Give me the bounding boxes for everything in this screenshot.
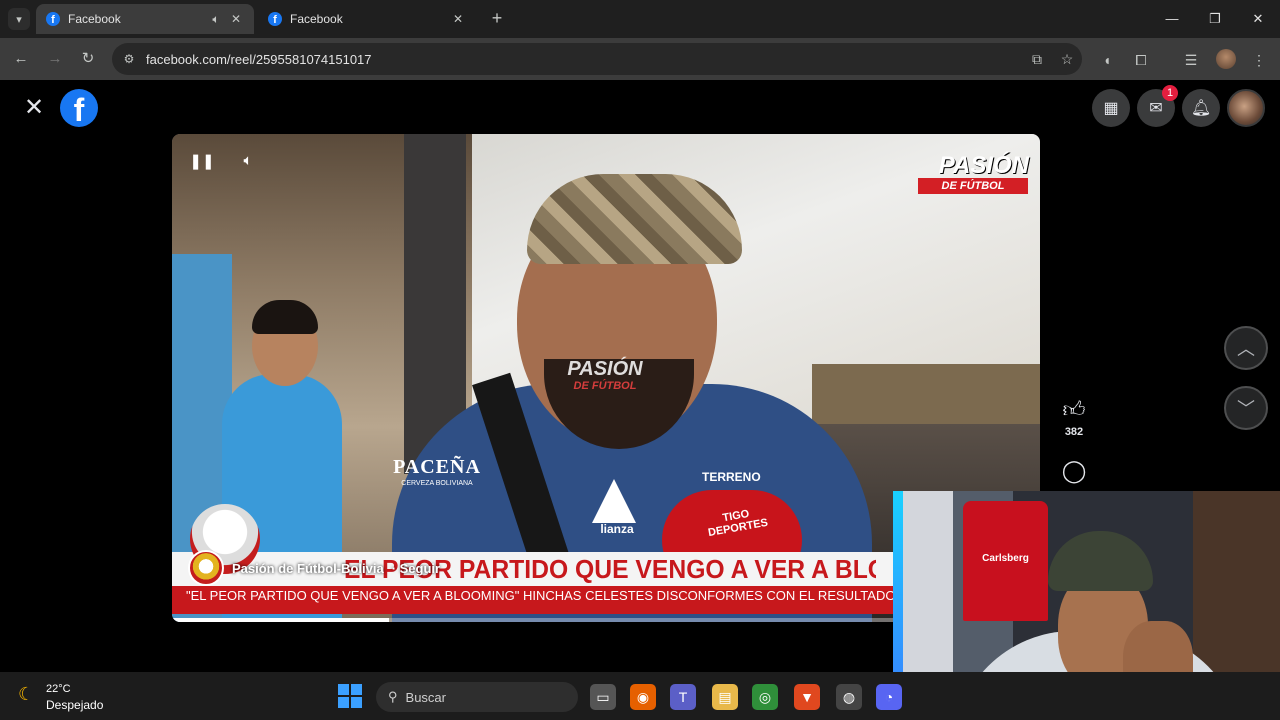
facebook-favicon-icon: f <box>46 12 60 26</box>
comment-icon[interactable]: ◯ <box>1060 458 1088 486</box>
notification-badge: 1 <box>1162 85 1178 101</box>
next-reel-button[interactable]: ﹀ <box>1224 386 1268 430</box>
weather-condition[interactable]: Despejado <box>46 698 103 712</box>
site-info-icon[interactable]: ⚙ <box>112 52 146 66</box>
install-app-icon[interactable]: ⧉ <box>1022 51 1052 68</box>
tab-search-icon[interactable]: ▾ <box>8 8 30 30</box>
windows-start-icon[interactable] <box>338 684 362 708</box>
video-subheadline: "EL PEOR PARTIDO QUE VENGO A VER A BLOOM… <box>186 588 901 603</box>
close-tab-icon[interactable]: ✕ <box>450 12 466 26</box>
webcam-jersey-text: Carlsberg <box>982 553 1029 564</box>
video-watermark: PASIÓN <box>567 358 643 380</box>
browser-profile-avatar[interactable] <box>1216 49 1236 69</box>
notifications-bell-icon[interactable]: 🔔︎ <box>1182 89 1220 127</box>
reload-button[interactable]: ↻ <box>77 48 99 70</box>
tab-facebook-active[interactable]: f Facebook 🔈︎ ✕ <box>36 4 254 34</box>
task-view-icon[interactable]: ▭ <box>590 684 616 710</box>
channel-brand: PASIÓN <box>938 152 1029 179</box>
url-text[interactable]: facebook.com/reel/2595581074151017 <box>146 52 1022 67</box>
like-count: 382 <box>1064 426 1084 438</box>
taskbar-search[interactable]: ⚲ Buscar <box>376 682 578 712</box>
bookmark-star-icon[interactable]: ☆ <box>1052 51 1082 68</box>
minimize-button[interactable]: — <box>1160 8 1184 30</box>
video-progress-fill <box>172 618 389 622</box>
screen: ▾ f Facebook 🔈︎ ✕ f Facebook ✕ + — ❐ ✕ ←… <box>0 0 1280 720</box>
account-avatar[interactable] <box>1227 89 1265 127</box>
shirt-brand-text: PACEÑA <box>393 456 481 478</box>
discord-icon[interactable]: ◔ <box>876 684 902 710</box>
weather-temperature[interactable]: 22°C <box>46 683 71 695</box>
chrome-icon[interactable]: ◎ <box>752 684 778 710</box>
new-tab-button[interactable]: + <box>486 8 508 30</box>
menu-kebab-icon[interactable]: ⋮ <box>1248 49 1270 71</box>
firefox-icon[interactable]: ◉ <box>630 684 656 710</box>
restore-button[interactable]: ❐ <box>1203 8 1227 30</box>
video-watermark-sub: DE FÚTBOL <box>573 380 637 392</box>
shirt-sub-text: CERVEZA BOLIVIANA <box>401 480 473 487</box>
browser-tabstrip: ▾ f Facebook 🔈︎ ✕ f Facebook ✕ + — ❐ ✕ <box>0 0 1280 38</box>
close-window-button[interactable]: ✕ <box>1246 8 1270 30</box>
menu-grid-icon[interactable]: ▦ <box>1092 89 1130 127</box>
like-thumb-icon[interactable]: 👍︎ <box>1060 396 1088 424</box>
file-explorer-icon[interactable]: ▤ <box>712 684 738 710</box>
browser-toolbar: ← → ↻ ⚙ facebook.com/reel/25955810741510… <box>0 38 1280 80</box>
search-icon: ⚲ <box>388 689 398 704</box>
author-row: Pasión de Fútbol-Bolivia · Seguir <box>188 550 440 586</box>
address-bar[interactable]: ⚙ facebook.com/reel/2595581074151017 ⧉ ☆ <box>112 43 1082 75</box>
pause-icon[interactable]: ❚❚ <box>188 152 216 172</box>
facebook-logo[interactable]: f <box>60 89 98 127</box>
forward-button[interactable]: → <box>44 48 66 70</box>
volume-icon[interactable]: 🔈︎ <box>234 152 262 172</box>
app-icon[interactable]: ◍ <box>836 684 862 710</box>
facebook-favicon-icon: f <box>268 12 282 26</box>
extension-icon[interactable]: ◖ <box>1096 49 1118 71</box>
video-scene-wall-band <box>812 364 1040 424</box>
shirt-logo-text: lianza <box>600 522 634 536</box>
author-avatar[interactable] <box>188 550 224 586</box>
extensions-puzzle-icon[interactable]: ⧠ <box>1130 49 1152 71</box>
previous-reel-button[interactable]: ︿ <box>1224 326 1268 370</box>
tab-facebook[interactable]: f Facebook ✕ <box>258 4 476 34</box>
brave-icon[interactable]: ▼ <box>794 684 820 710</box>
windows-taskbar: ☾ 22°C Despejado ⚲ Buscar ▭ ◉ T ▤ ◎ ▼ ◍ … <box>0 672 1280 720</box>
teams-icon[interactable]: T <box>670 684 696 710</box>
search-label: Buscar <box>405 689 446 705</box>
moon-weather-icon[interactable]: ☾ <box>18 684 40 706</box>
author-name[interactable]: Pasión de Fútbol-Bolivia <box>232 561 384 576</box>
channel-brand-sub: DE FÚTBOL <box>918 178 1028 194</box>
follow-button[interactable]: · Seguir <box>392 561 440 576</box>
close-tab-icon[interactable]: ✕ <box>228 12 244 26</box>
tab-title: Facebook <box>290 12 343 26</box>
close-reel-icon[interactable]: ✕ <box>22 96 46 120</box>
shirt-sponsor-text: TERRENO <box>702 470 761 484</box>
speaker-icon[interactable]: 🔈︎ <box>208 12 224 27</box>
video-main-person-cap <box>527 174 742 264</box>
tab-title: Facebook <box>68 12 121 26</box>
media-controls-icon[interactable]: ☰ <box>1180 49 1202 71</box>
back-button[interactable]: ← <box>10 48 32 70</box>
